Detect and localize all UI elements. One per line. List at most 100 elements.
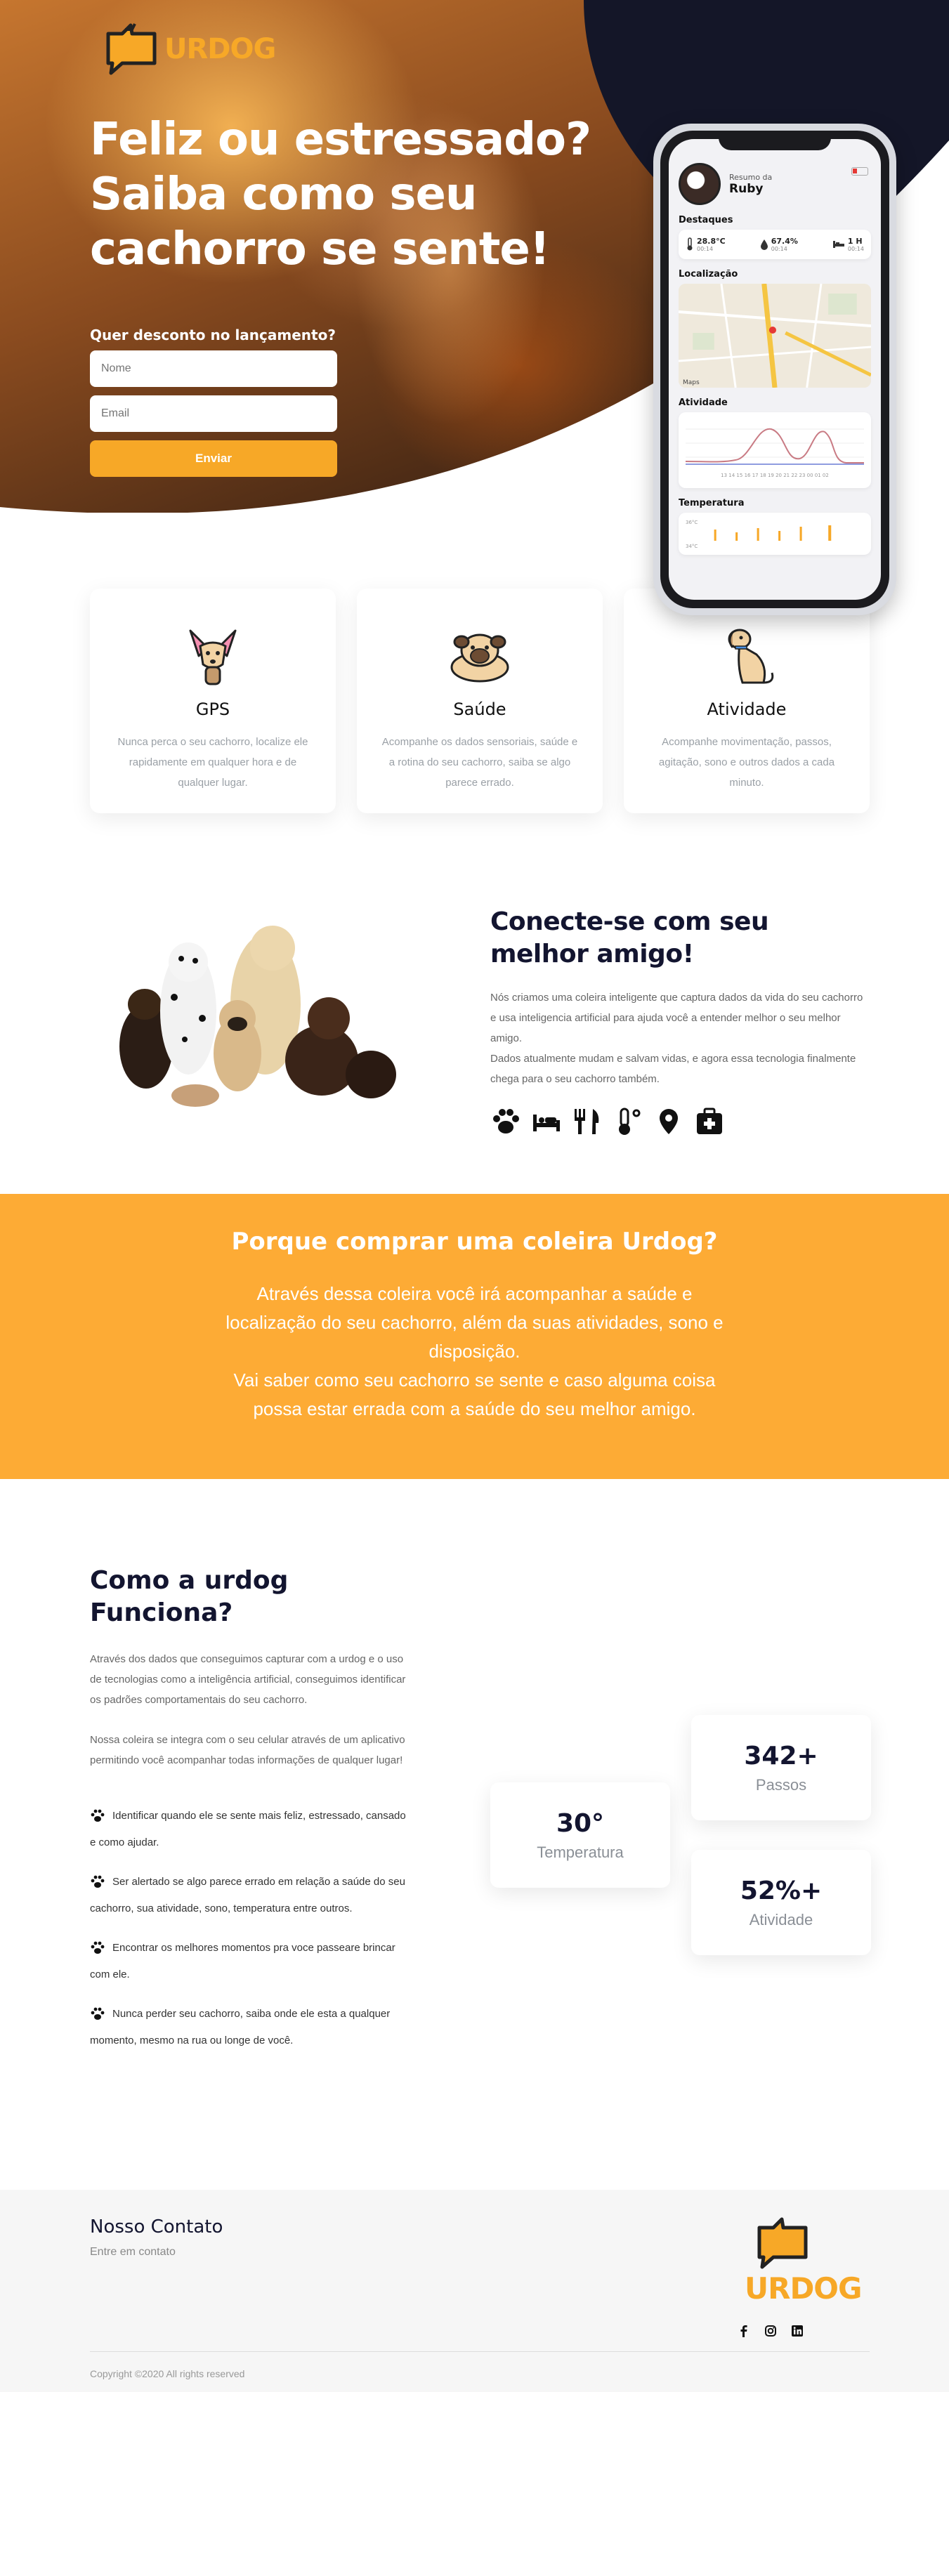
banner-paragraph: Através dessa coleira você irá acompanha… — [225, 1283, 724, 1362]
activity-chart-graphic — [685, 428, 864, 465]
location-map[interactable]: Maps — [679, 284, 871, 388]
why-buy-banner: Porque comprar uma coleira Urdog? Atravé… — [0, 1194, 949, 1479]
stat-value: 28.8°C — [697, 237, 726, 246]
stat-sleep: 1 H 00:14 — [832, 237, 864, 252]
discount-form: Quer desconto no lançamento? Enviar — [90, 327, 337, 477]
temperature-bars — [714, 525, 832, 541]
stat-value: 30° — [556, 1809, 605, 1838]
connect-title: Conecte-se com seu melhor amigo! — [490, 907, 769, 968]
temperature-title: Temperatura — [679, 498, 745, 508]
submit-button[interactable]: Enviar — [90, 440, 337, 477]
bed-icon — [533, 1115, 560, 1131]
list-item: Ser alertado se algo parece errado em re… — [90, 1869, 406, 1922]
feature-desc: Acompanhe os dados sensoriais, saúde e a… — [381, 736, 578, 789]
stat-card-activity: 52%+ Atividade — [691, 1850, 871, 1955]
connect-paragraph: Dados atualmente mudam e salvam vidas, e… — [490, 1053, 856, 1085]
stat-card-steps: 342+ Passos — [691, 1715, 871, 1820]
logo-text: URDOG — [745, 2271, 863, 2306]
how-paragraph: Através dos dados que conseguimos captur… — [90, 1653, 406, 1706]
feature-title: Atividade — [707, 699, 787, 719]
feature-card-gps: GPS Nunca perca o seu cachorro, localize… — [90, 589, 336, 813]
stat-value: 342+ — [744, 1742, 818, 1770]
battery-icon — [851, 167, 868, 176]
paw-icon — [493, 1109, 519, 1133]
summary-label: Resumo da — [729, 172, 773, 182]
list-item: Encontrar os melhores momentos pra voce … — [90, 1935, 406, 1988]
connect-section: Conecte-se com seu melhor amigo! Nós cri… — [90, 906, 870, 1135]
phone-notch — [719, 131, 831, 150]
features-section: GPS Nunca perca o seu cachorro, localize… — [90, 589, 870, 813]
highlights-title: Destaques — [679, 215, 733, 225]
feature-card-health: Saúde Acompanhe os dados sensoriais, saú… — [357, 589, 603, 813]
stat-value: 52%+ — [740, 1877, 823, 1905]
how-list: Identificar quando ele se sente mais fel… — [90, 1803, 406, 2054]
paw-icon — [91, 1875, 105, 1888]
phone-screen: Resumo da Ruby Destaques 28.8°C 00:14 67.… — [669, 139, 881, 600]
banner-paragraph: Vai saber como seu cachorro se sente e c… — [233, 1369, 716, 1419]
logo-text: URDOG — [164, 33, 276, 65]
activity-chart: 13 14 15 16 17 18 19 20 21 22 23 00 01 0… — [679, 412, 871, 488]
utensils-icon — [575, 1109, 599, 1134]
list-item: Nunca perder seu cachorro, saiba onde el… — [90, 2001, 406, 2054]
phone-frame: Resumo da Ruby Destaques 28.8°C 00:14 67.… — [660, 131, 889, 608]
hero-title-line: cachorro se sente! — [90, 223, 550, 275]
list-item-text: Identificar quando ele se sente mais fel… — [90, 1810, 406, 1848]
paw-icon — [91, 1941, 105, 1954]
bed-icon — [832, 241, 844, 248]
droplet-icon — [760, 239, 768, 250]
feature-title: GPS — [195, 699, 230, 719]
banner-body: Através dessa coleira você irá acompanha… — [222, 1280, 728, 1424]
sitting-dog-icon — [728, 629, 774, 684]
social-links — [738, 2325, 804, 2337]
chihuahua-icon — [189, 629, 237, 685]
location-title: Localização — [679, 269, 738, 280]
connect-text: Conecte-se com seu melhor amigo! Nós cri… — [490, 906, 870, 1137]
stat-card-temperature: 30° Temperatura — [490, 1782, 670, 1888]
temp-tick: 36°C — [686, 520, 698, 525]
name-input[interactable] — [90, 350, 337, 387]
instagram-icon[interactable] — [764, 2325, 777, 2337]
feature-icon-row — [490, 1106, 870, 1137]
footer-logo[interactable]: URDOG — [745, 2214, 863, 2306]
dogs-group-photo — [119, 926, 396, 1107]
stat-label: Atividade — [749, 1911, 813, 1928]
connect-paragraph: Nós criamos uma coleira inteligente que … — [490, 992, 863, 1044]
thermometer-icon — [619, 1108, 641, 1135]
list-item-text: Nunca perder seu cachorro, saiba onde el… — [90, 2008, 391, 2046]
paw-icon — [91, 1809, 105, 1822]
how-paragraph: Nossa coleira se integra com o seu celul… — [90, 1734, 405, 1766]
stat-label: Passos — [755, 1776, 807, 1794]
paw-icon — [91, 2007, 105, 2020]
connect-body: Nós criamos uma coleira inteligente que … — [490, 987, 870, 1089]
stat-time: 00:14 — [847, 246, 864, 252]
activity-title: Atividade — [679, 397, 728, 408]
temperature-chart: 36°C 34°C — [679, 513, 871, 555]
pug-icon — [450, 633, 509, 683]
feature-title: Saúde — [453, 699, 506, 719]
linkedin-icon[interactable] — [791, 2325, 804, 2337]
map-pin-icon — [660, 1109, 678, 1134]
dog-name: Ruby — [729, 181, 764, 196]
banner-title: Porque comprar uma coleira Urdog? — [231, 1228, 718, 1256]
highlights-card: 28.8°C 00:14 67.4% 00:14 1 H 00:14 — [679, 230, 871, 259]
header-logo[interactable]: URDOG — [104, 20, 276, 79]
how-it-works-section: Como a urdog Funciona? Através dos dados… — [90, 1565, 871, 2067]
dog-profile: Resumo da Ruby — [679, 163, 871, 205]
stat-time: 00:14 — [697, 246, 714, 252]
phone-mockup: Resumo da Ruby Destaques 28.8°C 00:14 67.… — [653, 124, 896, 615]
temp-tick: 34°C — [686, 544, 698, 549]
footer-contact-link[interactable]: Entre em contato — [90, 2246, 176, 2259]
first-aid-icon — [697, 1108, 722, 1134]
facebook-icon[interactable] — [738, 2325, 750, 2337]
list-item-text: Ser alertado se algo parece errado em re… — [90, 1876, 405, 1914]
copyright: Copyright ©2020 All rights reserved — [90, 2368, 245, 2379]
stat-label: Temperatura — [537, 1844, 624, 1861]
how-title: Como a urdog Funciona? — [90, 1566, 289, 1627]
stat-value: 67.4% — [771, 237, 798, 246]
logo-mark-icon — [757, 2217, 808, 2269]
stat-temperature: 28.8°C 00:14 — [686, 237, 726, 252]
email-input[interactable] — [90, 395, 337, 432]
activity-axis: 13 14 15 16 17 18 19 20 21 22 23 00 01 0… — [721, 473, 829, 478]
list-item-text: Encontrar os melhores momentos pra voce … — [90, 1942, 395, 1980]
stat-time: 00:14 — [771, 246, 787, 252]
